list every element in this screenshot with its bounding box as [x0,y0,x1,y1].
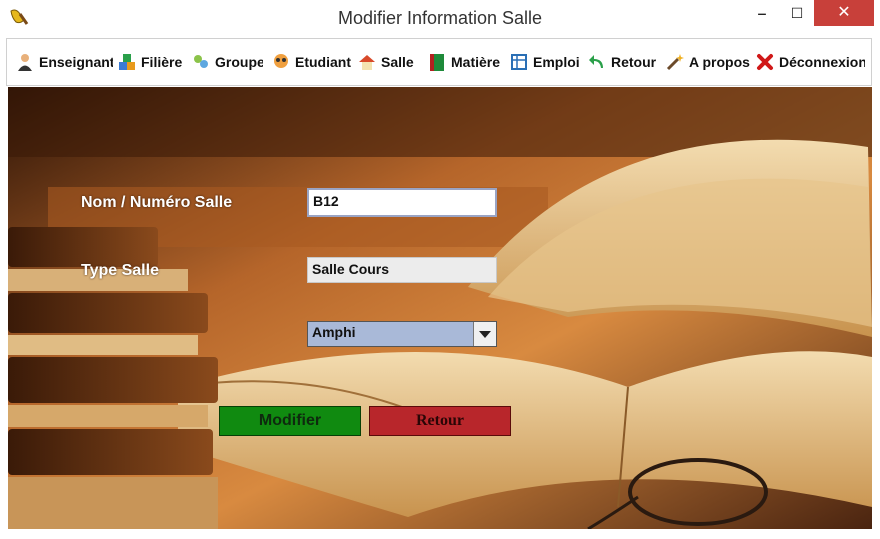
books-background [8,87,872,529]
form-panel: Nom / Numéro Salle B12 Type Salle Salle … [8,87,872,529]
menu-label: Retour [611,54,657,70]
menu-enseignant[interactable]: Enseignant [15,51,113,73]
modify-button[interactable]: Modifier [219,406,361,436]
menu-salle[interactable]: Salle [357,51,419,73]
menu-emploi[interactable]: Emploi [509,51,581,73]
menu-label: Groupe [215,54,263,70]
menu-label: Déconnexion [779,54,865,70]
red-x-icon [757,54,773,70]
group-icon [194,55,208,68]
menu-label: Salle [381,54,414,70]
room-type-field[interactable]: Salle Cours [307,257,497,283]
room-type-label: Type Salle [81,262,159,279]
close-button[interactable]: ✕ [814,0,874,26]
book-icon [430,54,444,71]
teacher-icon [18,54,32,71]
menu-matiere[interactable]: Matière [427,51,501,73]
menu-bar: Enseignant Filière Groupe Etudiant Salle… [6,38,872,86]
students-icon [274,54,288,68]
chevron-down-icon[interactable] [473,322,496,346]
select-value: Amphi [312,324,356,340]
menu-groupe[interactable]: Groupe [191,51,263,73]
blocks-icon [119,54,135,70]
title-bar: Modifier Information Salle ‒ ☐ ✕ [0,0,880,36]
menu-label: A propos [689,54,750,70]
room-name-input[interactable]: B12 [307,188,497,217]
back-arrow-icon [589,55,603,68]
room-type-select[interactable]: Amphi [307,321,497,347]
menu-label: Etudiant [295,54,351,70]
menu-deconnexion[interactable]: Déconnexion [755,51,865,73]
magic-wand-icon [666,54,684,71]
room-name-label: Nom / Numéro Salle [81,194,233,211]
schedule-icon [511,54,527,70]
house-icon [359,55,375,70]
menu-retour[interactable]: Retour [587,51,657,73]
maximize-button[interactable]: ☐ [782,0,812,26]
menu-label: Enseignant [39,54,113,70]
back-button[interactable]: Retour [369,406,511,436]
minimize-button[interactable]: ‒ [748,0,776,26]
menu-filiere[interactable]: Filière [117,51,185,73]
menu-apropos[interactable]: A propos [665,51,751,73]
menu-label: Emploi [533,54,580,70]
menu-label: Filière [141,54,183,70]
menu-etudiant[interactable]: Etudiant [271,51,353,73]
bottom-edge [0,529,880,539]
menu-label: Matière [451,54,501,70]
